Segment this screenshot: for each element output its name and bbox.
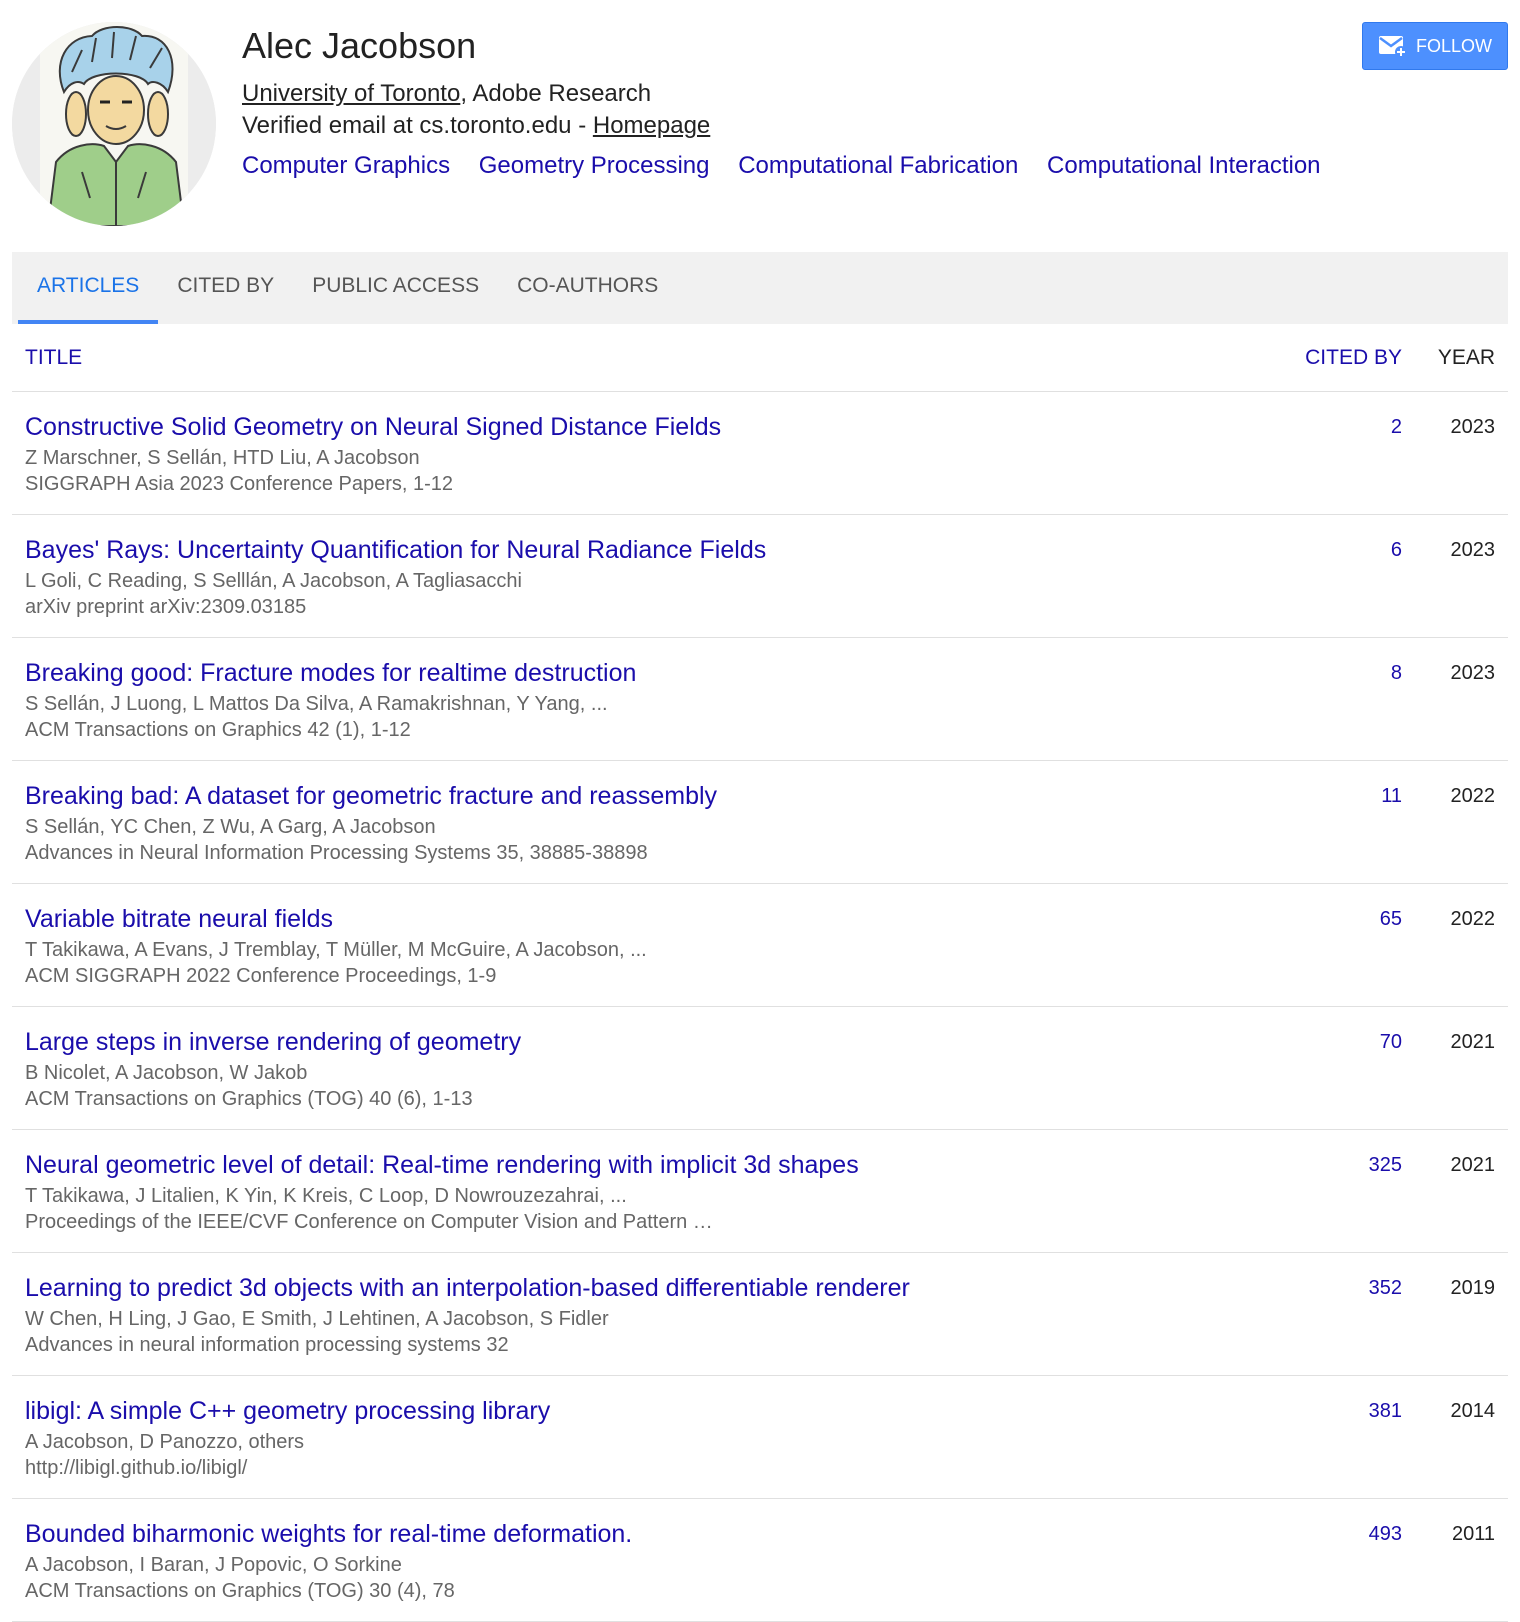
article-year: 2011 bbox=[1451, 1523, 1495, 1545]
table-row: Breaking good: Fracture modes for realti… bbox=[12, 638, 1508, 761]
profile-header: Alec Jacobson University of Toronto, Ado… bbox=[0, 0, 1520, 252]
article-title-link[interactable]: Neural geometric level of detail: Real-t… bbox=[25, 1149, 859, 1181]
email-text: Verified email at cs.toronto.edu - bbox=[242, 112, 593, 139]
article-title-link[interactable]: Breaking bad: A dataset for geometric fr… bbox=[25, 780, 717, 812]
tab-cited-by[interactable]: CITED BY bbox=[158, 252, 293, 324]
article-year: 2023 bbox=[1450, 662, 1496, 684]
article-title-link[interactable]: Bayes' Rays: Uncertainty Quantification … bbox=[25, 534, 766, 566]
interest-link[interactable]: Computer Graphics bbox=[242, 152, 450, 179]
article-venue: ACM Transactions on Graphics 42 (1), 1-1… bbox=[25, 719, 411, 741]
sort-by-title[interactable]: TITLE bbox=[25, 346, 82, 370]
homepage-link[interactable]: Homepage bbox=[593, 112, 710, 139]
table-row: Learning to predict 3d objects with an i… bbox=[12, 1253, 1508, 1376]
table-header: TITLE CITED BY YEAR bbox=[12, 324, 1508, 392]
article-authors: A Jacobson, D Panozzo, others bbox=[25, 1431, 305, 1453]
table-row: Neural geometric level of detail: Real-t… bbox=[12, 1130, 1508, 1253]
article-venue: Advances in neural information processin… bbox=[25, 1334, 509, 1356]
cited-by-count[interactable]: 493 bbox=[1369, 1523, 1402, 1546]
cited-by-count[interactable]: 325 bbox=[1369, 1154, 1402, 1177]
article-title-link[interactable]: Large steps in inverse rendering of geom… bbox=[25, 1026, 521, 1058]
article-year: 2023 bbox=[1450, 416, 1496, 438]
article-authors: T Takikawa, A Evans, J Tremblay, T Mülle… bbox=[25, 939, 647, 961]
follow-button[interactable]: FOLLOW bbox=[1362, 22, 1508, 70]
article-year: 2019 bbox=[1450, 1277, 1496, 1299]
mail-plus-icon bbox=[1378, 36, 1407, 58]
article-authors: Z Marschner, S Sellán, HTD Liu, A Jacobs… bbox=[25, 447, 420, 469]
affiliation-link[interactable]: University of Toronto bbox=[242, 80, 460, 107]
avatar bbox=[12, 22, 216, 226]
profile-name: Alec Jacobson bbox=[242, 25, 477, 66]
article-venue: Proceedings of the IEEE/CVF Conference o… bbox=[25, 1211, 713, 1233]
table-row: Large steps in inverse rendering of geom… bbox=[12, 1007, 1508, 1130]
article-authors: S Sellán, YC Chen, Z Wu, A Garg, A Jacob… bbox=[25, 816, 436, 838]
profile-tabs: ARTICLES CITED BY PUBLIC ACCESS CO-AUTHO… bbox=[12, 252, 1508, 324]
article-venue: ACM SIGGRAPH 2022 Conference Proceedings… bbox=[25, 965, 497, 987]
interest-link[interactable]: Computational Interaction bbox=[1047, 152, 1321, 179]
research-interests: Computer Graphics Geometry Processing Co… bbox=[242, 150, 1343, 182]
affiliation-rest: , Adobe Research bbox=[460, 80, 652, 107]
article-authors: S Sellán, J Luong, L Mattos Da Silva, A … bbox=[25, 693, 608, 715]
sort-by-year[interactable]: YEAR bbox=[1438, 346, 1495, 370]
affiliation: University of Toronto, Adobe Research bbox=[242, 78, 1343, 110]
cited-by-count[interactable]: 11 bbox=[1381, 785, 1402, 808]
cited-by-count[interactable]: 381 bbox=[1369, 1400, 1402, 1423]
article-title-link[interactable]: Variable bitrate neural fields bbox=[25, 903, 333, 935]
article-venue: SIGGRAPH Asia 2023 Conference Papers, 1-… bbox=[25, 473, 454, 495]
article-year: 2021 bbox=[1450, 1031, 1496, 1053]
article-venue: ACM Transactions on Graphics (TOG) 30 (4… bbox=[25, 1580, 455, 1602]
cited-by-count[interactable]: 6 bbox=[1391, 539, 1402, 562]
cited-by-count[interactable]: 8 bbox=[1391, 662, 1402, 685]
table-row: Bounded biharmonic weights for real-time… bbox=[12, 1499, 1508, 1622]
article-venue: Advances in Neural Information Processin… bbox=[25, 842, 648, 864]
table-row: Bayes' Rays: Uncertainty Quantification … bbox=[12, 515, 1508, 638]
article-year: 2022 bbox=[1450, 785, 1496, 807]
table-row: Variable bitrate neural fields T Takikaw… bbox=[12, 884, 1508, 1007]
article-title-link[interactable]: Constructive Solid Geometry on Neural Si… bbox=[25, 411, 721, 443]
article-venue: ACM Transactions on Graphics (TOG) 40 (6… bbox=[25, 1088, 473, 1110]
article-year: 2014 bbox=[1450, 1400, 1496, 1422]
articles-table: Constructive Solid Geometry on Neural Si… bbox=[12, 392, 1508, 1622]
article-title-link[interactable]: Breaking good: Fracture modes for realti… bbox=[25, 657, 636, 689]
follow-label: FOLLOW bbox=[1415, 35, 1492, 56]
article-venue: arXiv preprint arXiv:2309.03185 bbox=[25, 596, 307, 618]
cited-by-count[interactable]: 352 bbox=[1369, 1277, 1402, 1300]
interest-link[interactable]: Computational Fabrication bbox=[738, 152, 1018, 179]
interest-link[interactable]: Geometry Processing bbox=[479, 152, 710, 179]
article-authors: L Goli, C Reading, S Selllán, A Jacobson… bbox=[25, 570, 522, 592]
table-row: Breaking bad: A dataset for geometric fr… bbox=[12, 761, 1508, 884]
article-title-link[interactable]: Learning to predict 3d objects with an i… bbox=[25, 1272, 910, 1304]
article-title-link[interactable]: Bounded biharmonic weights for real-time… bbox=[25, 1518, 632, 1550]
article-authors: A Jacobson, I Baran, J Popovic, O Sorkin… bbox=[25, 1554, 402, 1576]
tab-co-authors[interactable]: CO-AUTHORS bbox=[498, 252, 677, 324]
table-row: Constructive Solid Geometry on Neural Si… bbox=[12, 392, 1508, 515]
article-year: 2021 bbox=[1450, 1154, 1496, 1176]
cited-by-count[interactable]: 70 bbox=[1380, 1031, 1402, 1054]
tab-public-access[interactable]: PUBLIC ACCESS bbox=[293, 252, 498, 324]
article-authors: T Takikawa, J Litalien, K Yin, K Kreis, … bbox=[25, 1185, 627, 1207]
verified-email: Verified email at cs.toronto.edu - Homep… bbox=[242, 110, 1343, 142]
cited-by-count[interactable]: 65 bbox=[1380, 908, 1402, 931]
portrait-sketch-icon bbox=[12, 22, 216, 226]
article-year: 2022 bbox=[1450, 908, 1496, 930]
cited-by-count[interactable]: 2 bbox=[1391, 416, 1402, 439]
article-authors: W Chen, H Ling, J Gao, E Smith, J Lehtin… bbox=[25, 1308, 609, 1330]
tab-articles[interactable]: ARTICLES bbox=[18, 252, 159, 324]
article-year: 2023 bbox=[1450, 539, 1496, 561]
article-authors: B Nicolet, A Jacobson, W Jakob bbox=[25, 1062, 308, 1084]
article-title-link[interactable]: libigl: A simple C++ geometry processing… bbox=[25, 1395, 550, 1427]
table-row: libigl: A simple C++ geometry processing… bbox=[12, 1376, 1508, 1499]
profile-info: Alec Jacobson University of Toronto, Ado… bbox=[242, 24, 1343, 182]
sort-by-cited[interactable]: CITED BY bbox=[1305, 346, 1402, 370]
article-venue: http://libigl.github.io/libigl/ bbox=[25, 1457, 248, 1479]
